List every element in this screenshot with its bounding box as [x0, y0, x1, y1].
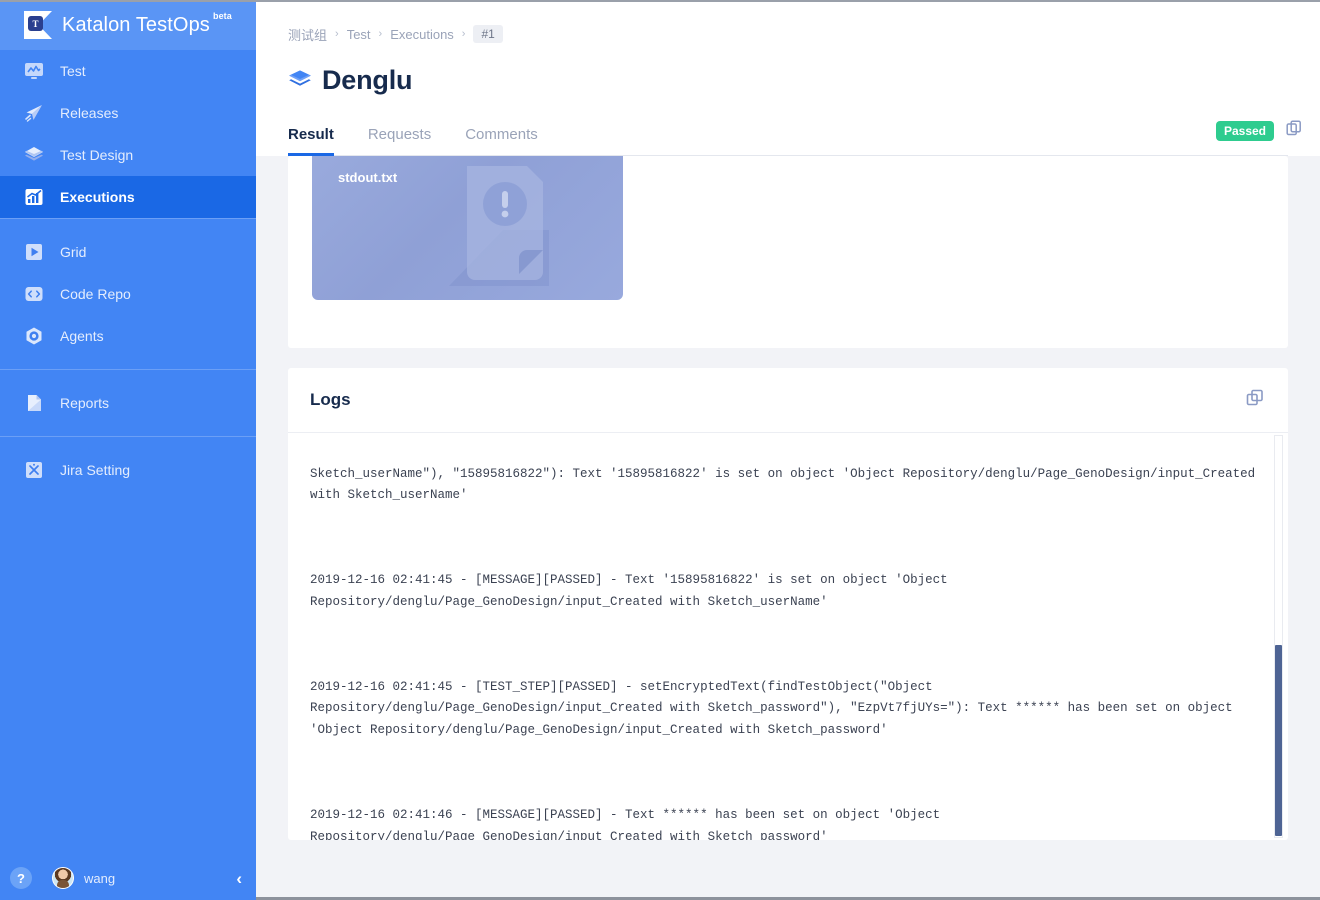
sidebar-item-grid[interactable]: Grid — [0, 231, 256, 273]
sidebar-item-label: Grid — [60, 244, 87, 260]
tab-requests[interactable]: Requests — [368, 126, 431, 155]
play-square-icon — [24, 242, 44, 262]
breadcrumb-item-executions[interactable]: Executions — [390, 27, 454, 42]
avatar[interactable] — [52, 867, 74, 889]
sidebar-item-label: Agents — [60, 328, 104, 344]
attachment-card: stdout.txt — [288, 156, 1288, 348]
logo-letter: T — [28, 16, 43, 31]
help-icon[interactable]: ? — [10, 867, 32, 889]
sidebar-item-test-design[interactable]: Test Design — [0, 134, 256, 176]
page-title: Denglu — [322, 64, 413, 95]
sidebar-footer: ? wang ‹ — [0, 856, 256, 900]
sidebar-item-code-repo[interactable]: Code Repo — [0, 273, 256, 315]
log-entry: 2019-12-16 02:41:45 - [TEST_STEP][PASSED… — [310, 680, 1233, 737]
brand-logo[interactable]: T Katalon TestOps beta — [0, 0, 256, 50]
logs-card: Logs Sketch_userName"), "15895816822"): … — [288, 368, 1288, 840]
attachment-thumbnail[interactable]: stdout.txt — [312, 156, 623, 300]
tabs: Result Requests Comments Passed — [288, 114, 1301, 156]
header-actions: Passed — [1215, 120, 1302, 141]
title-row: Denglu — [288, 62, 1288, 98]
copy-icon[interactable] — [1286, 120, 1302, 141]
layers-icon — [24, 145, 44, 165]
sidebar-item-label: Releases — [60, 105, 119, 121]
paper-plane-icon — [24, 103, 44, 123]
sidebar-item-test[interactable]: Test — [0, 50, 256, 92]
brand-beta-badge: beta — [212, 10, 232, 21]
breadcrumb-separator: › — [335, 28, 339, 40]
page-header: 测试组 › Test › Executions › #1 Denglu Resu… — [256, 0, 1320, 156]
sidebar-item-label: Test Design — [60, 147, 134, 163]
sidebar-item-jira-setting[interactable]: Jira Setting — [0, 449, 256, 491]
logs-header: Logs — [288, 368, 1288, 433]
window-top-chrome — [0, 0, 1320, 2]
logs-text: Sketch_userName"), "15895816822"): Text … — [310, 433, 1262, 840]
sidebar-item-label: Reports — [60, 395, 110, 411]
log-entry: 2019-12-16 02:41:46 - [MESSAGE][PASSED] … — [310, 808, 941, 840]
tab-result[interactable]: Result — [288, 126, 334, 156]
sidebar-item-label: Code Repo — [60, 286, 131, 302]
sidebar: T Katalon TestOps beta Test Releases Tes… — [0, 0, 256, 900]
app-window: T Katalon TestOps beta Test Releases Tes… — [0, 0, 1320, 900]
sidebar-item-releases[interactable]: Releases — [0, 92, 256, 134]
logs-body[interactable]: Sketch_userName"), "15895816822"): Text … — [288, 433, 1288, 840]
main-content: 测试组 › Test › Executions › #1 Denglu Resu… — [256, 0, 1320, 900]
brand-name-wrap: Katalon TestOps beta — [62, 11, 232, 37]
sidebar-group-1: Test Releases Test Design Executions — [0, 50, 256, 218]
logs-scrollbar-thumb[interactable] — [1275, 644, 1282, 836]
tab-comments[interactable]: Comments — [465, 126, 538, 155]
breadcrumb-item-project[interactable]: 测试组 — [288, 25, 327, 44]
breadcrumb-separator: › — [461, 28, 466, 40]
breadcrumb-item-execution-id[interactable]: #1 — [473, 25, 503, 43]
log-entry: Sketch_userName"), "15895816822"): Text … — [310, 466, 1256, 503]
sidebar-item-label: Executions — [60, 189, 135, 205]
sidebar-item-agents[interactable]: Agents — [0, 315, 256, 357]
breadcrumb-separator: › — [378, 28, 383, 40]
sidebar-item-label: Test — [60, 63, 86, 79]
attachment-file-name: stdout.txt — [338, 170, 398, 185]
bar-chart-icon — [24, 187, 44, 207]
sidebar-item-executions[interactable]: Executions — [0, 176, 256, 218]
page-scroll-body[interactable]: stdout.txt Logs Sketch_userName"), "1589… — [256, 156, 1320, 900]
sidebar-group-3: Reports — [0, 370, 256, 436]
layers-icon — [288, 68, 312, 92]
code-brackets-icon — [24, 284, 44, 304]
sidebar-group-4: Jira Setting — [0, 437, 256, 491]
chevron-left-icon[interactable]: ‹ — [236, 870, 242, 887]
jira-icon — [24, 460, 44, 480]
breadcrumb-item-test[interactable]: Test — [347, 27, 371, 42]
test-chart-icon — [24, 61, 44, 81]
bottom-spacer — [288, 840, 1288, 876]
breadcrumb: 测试组 › Test › Executions › #1 — [288, 24, 1288, 44]
logs-title: Logs — [310, 390, 351, 409]
sidebar-item-label: Jira Setting — [60, 462, 131, 478]
expand-copy-icon[interactable] — [1246, 389, 1264, 412]
document-icon — [24, 393, 44, 413]
user-name[interactable]: wang — [84, 871, 115, 886]
logs-scrollbar[interactable] — [1274, 435, 1283, 838]
brand-name: Katalon TestOps — [62, 13, 210, 36]
sidebar-group-2: Grid Code Repo Agents — [0, 219, 256, 357]
document-alert-icon — [431, 156, 581, 300]
hexagon-dot-icon — [24, 326, 44, 346]
sidebar-item-reports[interactable]: Reports — [0, 382, 256, 424]
status-badge: Passed — [1215, 120, 1274, 141]
katalon-logo-icon: T — [24, 11, 52, 39]
log-entry: 2019-12-16 02:41:45 - [MESSAGE][PASSED] … — [310, 573, 948, 609]
